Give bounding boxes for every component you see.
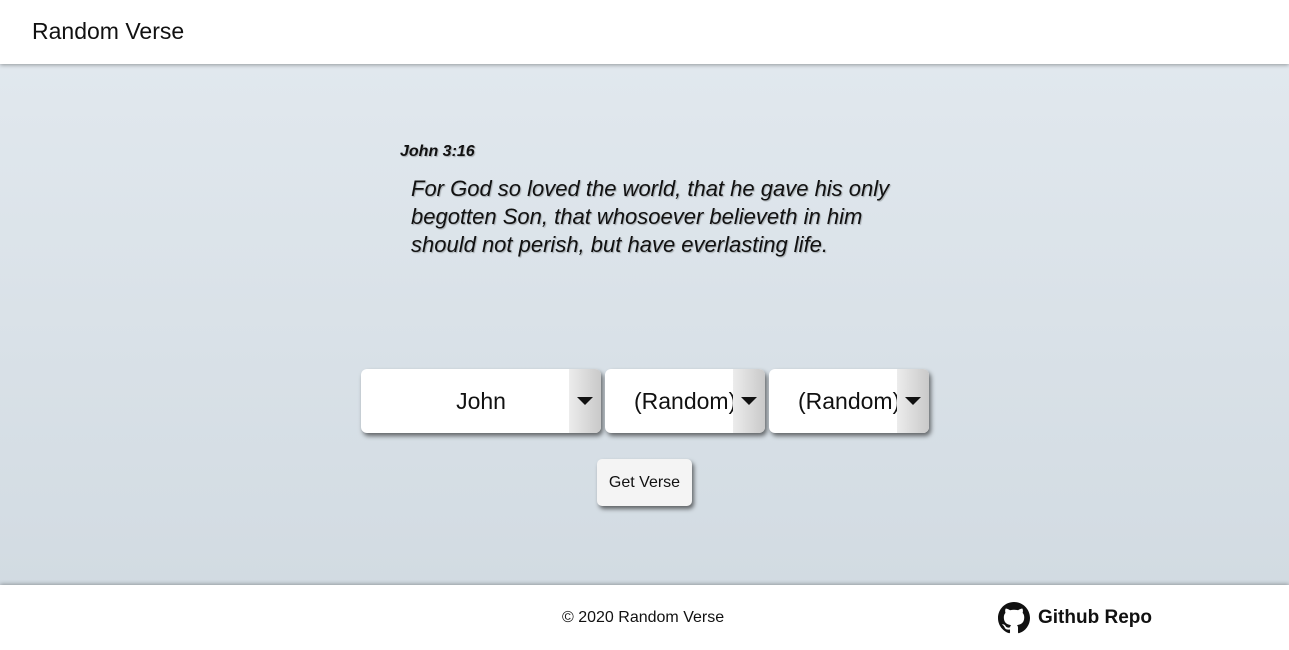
copyright-text: © 2020 Random Verse	[562, 609, 725, 626]
verse-select[interactable]: (Random)	[769, 369, 929, 433]
book-select[interactable]: John	[361, 369, 601, 433]
verse-text: For God so loved the world, that he gave…	[411, 176, 890, 257]
github-repo-label: Github Repo	[1038, 607, 1152, 628]
chevron-down-icon	[577, 397, 593, 405]
chevron-down-icon	[741, 397, 757, 405]
book-select-value: John	[456, 387, 506, 414]
book-select-arrow[interactable]	[569, 369, 601, 433]
get-verse-button[interactable]: Get Verse	[597, 459, 692, 506]
chevron-down-icon	[905, 397, 921, 405]
verse-select-arrow[interactable]	[897, 369, 929, 433]
verse-reference: John 3:16	[400, 143, 475, 160]
chapter-select-arrow[interactable]	[733, 369, 765, 433]
main-content: John 3:16 For God so loved the world, th…	[0, 64, 1289, 585]
github-icon	[998, 602, 1030, 634]
chapter-select[interactable]: (Random)	[605, 369, 765, 433]
app-footer: © 2020 Random Verse Github Repo	[0, 585, 1289, 650]
app-title[interactable]: Random Verse	[32, 18, 184, 45]
app-header: Random Verse	[0, 0, 1289, 64]
github-repo-link[interactable]: Github Repo	[998, 602, 1152, 634]
